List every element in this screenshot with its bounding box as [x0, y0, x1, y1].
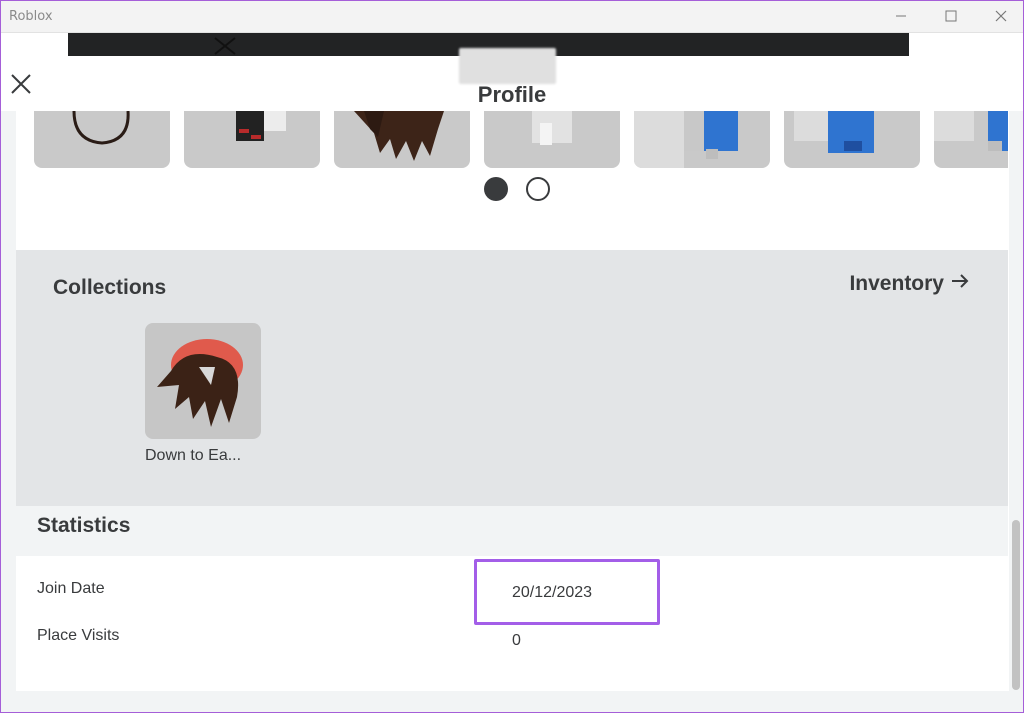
stat-value-place-visits: 0 [512, 632, 521, 649]
bottom-band [0, 691, 1024, 713]
arrow-right-icon [950, 271, 970, 297]
header-strip-left [0, 33, 68, 57]
page-title: Profile [477, 82, 547, 107]
carousel-item[interactable] [634, 111, 770, 168]
wearing-carousel [34, 111, 1008, 168]
carousel-item[interactable] [934, 111, 1008, 168]
pants-icon [532, 111, 572, 145]
collections-title: Collections [53, 276, 167, 299]
collection-thumbnail [145, 323, 261, 439]
stat-label-place-visits: Place Visits [37, 627, 120, 644]
carousel-item[interactable] [484, 111, 620, 168]
window-close-button[interactable] [978, 0, 1024, 32]
inventory-link[interactable]: Inventory [849, 271, 970, 297]
avatar [459, 48, 556, 84]
beanie-hair-icon [157, 339, 243, 427]
carousel-item[interactable] [334, 111, 470, 168]
scrollbar-thumb[interactable] [1012, 520, 1020, 690]
arm-icon [934, 111, 1008, 151]
carousel-item[interactable] [34, 111, 170, 168]
header-strip-right [909, 33, 1024, 57]
app-title: Roblox [9, 9, 53, 24]
left-gutter [0, 111, 16, 691]
carousel-item[interactable] [184, 111, 320, 168]
window-titlebar: Roblox [0, 0, 1024, 33]
maximize-icon [945, 10, 957, 22]
maximize-button[interactable] [928, 0, 974, 32]
stat-label-join-date: Join Date [37, 580, 105, 597]
collection-item-name: Down to Ea... [145, 447, 242, 464]
page-dot[interactable] [526, 177, 550, 201]
shirt-icon [236, 111, 286, 141]
carousel-item[interactable] [784, 111, 920, 168]
hair-icon [354, 111, 444, 161]
statistics-title: Statistics [37, 514, 131, 537]
statistics-header-band [16, 506, 1008, 556]
collections-section: Collections Inventory Down to Ea... [16, 250, 1008, 506]
necklace-icon [72, 111, 130, 145]
page-dot-active[interactable] [484, 177, 508, 201]
carousel-pagination [484, 177, 554, 203]
arm-icon [634, 111, 738, 168]
inventory-label: Inventory [849, 272, 944, 295]
collection-item[interactable]: Down to Ea... [145, 323, 263, 465]
arm-icon [794, 111, 874, 153]
close-icon [995, 10, 1007, 22]
minimize-button[interactable] [878, 0, 924, 32]
minimize-icon [895, 10, 907, 22]
highlight-box [474, 559, 660, 625]
